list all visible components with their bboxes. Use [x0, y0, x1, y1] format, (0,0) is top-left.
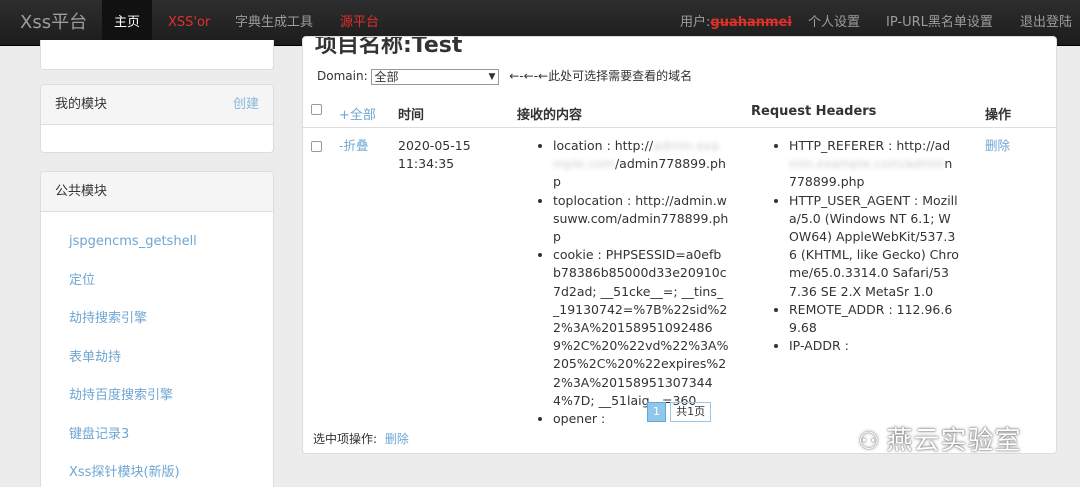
header-user-agent: HTTP_USER_AGENT : Mozilla/5.0 (Windows N…	[789, 192, 959, 301]
domain-filter: Domain: 全部 ▼ ←-←-←此处可选择需要查看的域名	[317, 67, 692, 85]
row-checkbox[interactable]	[311, 141, 322, 152]
public-modules-panel: 公共模块 jspgencms_getshell 定位 劫持搜索引擎 表单劫持 劫…	[40, 171, 274, 487]
row-headers: HTTP_REFERER : http://admin.example.com/…	[773, 137, 959, 355]
content-cookie: cookie : PHPSESSID=a0efbb78386b85000d33e…	[553, 246, 729, 410]
column-content: 接收的内容	[517, 108, 583, 123]
row-date: 2020-05-15	[398, 138, 471, 153]
module-item-hijack-search[interactable]: 劫持搜索引擎	[41, 300, 273, 339]
expand-all-link[interactable]: +全部	[339, 104, 376, 123]
watermark: ⚇ 燕云实验室	[858, 420, 1022, 457]
module-item-hijack-baidu[interactable]: 劫持百度搜索引擎	[41, 377, 273, 416]
module-item-jspgencms[interactable]: jspgencms_getshell	[41, 223, 273, 262]
header-remote-addr: REMOTE_ADDR : 112.96.69.68	[789, 301, 959, 337]
sidebar-panel-top	[40, 40, 274, 70]
bulk-label: 选中项操作:	[313, 432, 378, 446]
header-ip-addr: IP-ADDR :	[789, 337, 959, 355]
row-content: location : http://admin.example.com/admi…	[537, 137, 729, 428]
header-referer: HTTP_REFERER : http://admin.example.com/…	[789, 137, 959, 192]
domain-selected-value: 全部	[374, 69, 399, 84]
my-modules-heading: 我的模块 创建	[41, 85, 273, 125]
domain-label: Domain:	[317, 69, 368, 83]
public-modules-list: jspgencms_getshell 定位 劫持搜索引擎 表单劫持 劫持百度搜索…	[41, 212, 273, 487]
column-headers: Request Headers	[751, 104, 877, 119]
header-divider	[303, 127, 1056, 128]
content-location: location : http://admin.example.com/admi…	[553, 137, 729, 192]
user-label: 用户:	[680, 15, 711, 30]
my-modules-title: 我的模块	[55, 97, 108, 112]
main-panel: 项目名称:Test Domain: 全部 ▼ ←-←-←此处可选择需要查看的域名…	[302, 36, 1057, 454]
page-title: 项目名称:Test	[315, 36, 463, 58]
redacted-referer: min.example.com/admin	[789, 156, 945, 172]
select-all-checkbox[interactable]	[311, 104, 322, 115]
pagination: 1 共1页	[647, 402, 712, 422]
column-action: 操作	[985, 108, 1012, 123]
row-timestamp: 2020-05-15 11:34:35	[398, 137, 471, 173]
column-time: 时间	[398, 108, 425, 123]
page-current[interactable]: 1	[647, 402, 666, 422]
row-time: 11:34:35	[398, 156, 455, 172]
module-item-form-hijack[interactable]: 表单劫持	[41, 339, 273, 378]
row-delete-link[interactable]: 删除	[985, 137, 1010, 155]
collapse-link[interactable]: -折叠	[339, 137, 369, 155]
content-toplocation: toplocation : http://admin.wsuww.com/adm…	[553, 192, 729, 247]
public-modules-title: 公共模块	[55, 184, 108, 199]
module-item-location[interactable]: 定位	[41, 262, 273, 301]
bulk-delete-link[interactable]: 删除	[385, 432, 409, 446]
chevron-down-icon: ▼	[488, 71, 496, 82]
module-item-xss-probe[interactable]: Xss探针模块(新版)	[41, 454, 273, 487]
domain-select[interactable]: 全部 ▼	[371, 68, 500, 85]
module-item-keylogger[interactable]: 键盘记录3	[41, 416, 273, 455]
domain-hint: ←-←-←此处可选择需要查看的域名	[509, 69, 693, 83]
watermark-text: 燕云实验室	[886, 426, 1022, 456]
wechat-icon: ⚇	[858, 427, 881, 455]
my-modules-panel: 我的模块 创建	[40, 84, 274, 153]
bulk-actions: 选中项操作: 删除	[313, 430, 409, 447]
page-total: 共1页	[670, 402, 712, 422]
public-modules-heading: 公共模块	[41, 172, 273, 212]
create-module-link[interactable]: 创建	[233, 85, 259, 125]
